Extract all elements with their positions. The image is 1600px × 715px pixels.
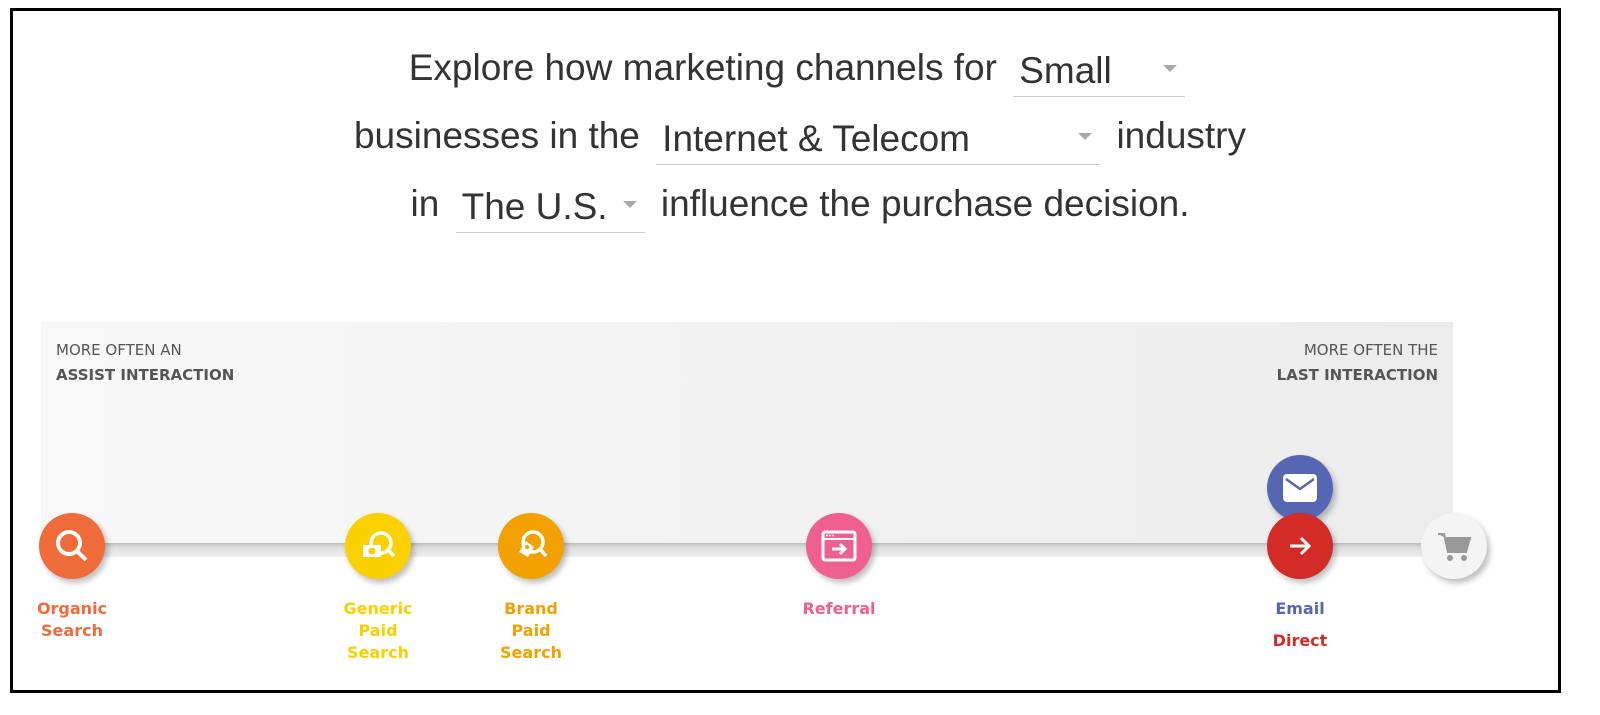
sentence-text: in — [410, 183, 440, 225]
sentence-line-3: in The U.S. influence the purchase decis… — [0, 172, 1600, 234]
sentence-line-1: Explore how marketing channels for Small — [0, 36, 1600, 98]
label-referral: Referral — [802, 599, 876, 618]
chevron-down-icon — [1078, 133, 1093, 141]
label-organic-search: Organic Search — [36, 599, 108, 640]
cart-icon — [1438, 533, 1472, 561]
business-size-select[interactable]: Small — [1013, 39, 1186, 98]
channel-organic-search[interactable] — [39, 513, 105, 579]
sentence-line-2: businesses in the Internet & Telecom ind… — [0, 104, 1600, 166]
assist-label: MORE OFTEN AN ASSIST INTERACTION — [56, 341, 235, 384]
label-email: Email — [1275, 599, 1325, 618]
search-icon — [56, 530, 88, 562]
channel-referral[interactable] — [806, 513, 872, 579]
timeline-track — [41, 543, 1453, 557]
envelope-icon — [1283, 474, 1317, 502]
last-label: MORE OFTEN THE LAST INTERACTION — [1276, 341, 1438, 384]
label-generic-paid-search: Generic Paid Search — [343, 599, 413, 662]
timeline-panel — [41, 322, 1453, 546]
arrow-right-icon — [1290, 536, 1312, 556]
label-brand-paid-search: Brand Paid Search — [500, 599, 562, 662]
sentence-text: Explore how marketing channels for — [408, 47, 997, 89]
channel-email[interactable] — [1267, 455, 1333, 521]
country-select[interactable]: The U.S. — [455, 175, 645, 234]
select-value: The U.S. — [461, 186, 608, 228]
channel-generic-paid-search[interactable] — [345, 513, 411, 579]
chevron-down-icon — [622, 201, 637, 209]
tag-search-icon — [519, 530, 548, 558]
channel-brand-paid-search[interactable] — [498, 513, 564, 579]
money-search-icon — [363, 531, 396, 558]
industry-select[interactable]: Internet & Telecom — [656, 107, 1101, 166]
channel-direct[interactable] — [1267, 513, 1333, 579]
select-value: Internet & Telecom — [662, 118, 970, 160]
select-value: Small — [1019, 50, 1112, 92]
chevron-down-icon — [1163, 65, 1178, 73]
purchase-node — [1421, 513, 1487, 579]
sentence-text: industry — [1116, 115, 1247, 157]
sentence-text: businesses in the — [353, 115, 640, 157]
label-direct: Direct — [1272, 631, 1328, 650]
sentence-text: influence the purchase decision. — [660, 183, 1190, 225]
browser-arrow-icon — [821, 530, 857, 562]
